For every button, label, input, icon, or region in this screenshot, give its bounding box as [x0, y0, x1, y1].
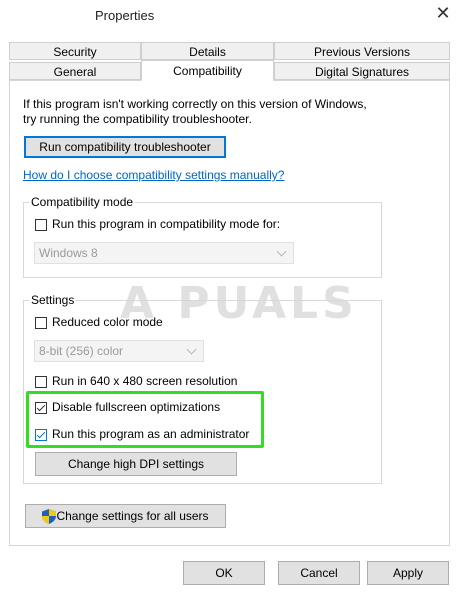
change-all-users-label: Change settings for all users: [56, 509, 209, 523]
settings-legend: Settings: [29, 293, 77, 307]
chevron-down-icon: [186, 344, 197, 355]
run-640x480-checkbox[interactable]: [35, 376, 47, 388]
chevron-down-icon: [276, 246, 287, 257]
compatibility-mode-legend: Compatibility mode: [29, 195, 136, 209]
cancel-button[interactable]: Cancel: [278, 561, 360, 585]
change-dpi-button[interactable]: Change high DPI settings: [35, 452, 237, 476]
windows-version-value: Windows 8: [39, 246, 98, 260]
color-depth-value: 8-bit (256) color: [39, 344, 124, 358]
apply-button[interactable]: Apply: [367, 561, 449, 585]
tab-security[interactable]: Security: [9, 42, 141, 60]
change-all-users-button[interactable]: Change settings for all users: [25, 504, 226, 528]
manual-settings-link[interactable]: How do I choose compatibility settings m…: [23, 168, 284, 182]
compatibility-mode-label: Run this program in compatibility mode f…: [52, 217, 281, 231]
tab-compatibility[interactable]: Compatibility: [141, 60, 274, 81]
disable-fullscreen-checkbox[interactable]: [35, 402, 47, 414]
run-640x480-label: Run in 640 x 480 screen resolution: [52, 374, 238, 388]
tab-digital-signatures[interactable]: Digital Signatures: [274, 62, 450, 80]
windows-version-select[interactable]: Windows 8: [34, 242, 294, 264]
compatibility-mode-checkbox[interactable]: [35, 219, 47, 231]
run-troubleshooter-button[interactable]: Run compatibility troubleshooter: [24, 136, 226, 158]
ok-button[interactable]: OK: [183, 561, 265, 585]
window-title: Properties: [95, 8, 155, 23]
tab-details[interactable]: Details: [141, 42, 274, 60]
intro-line-1: If this program isn't working correctly …: [23, 97, 367, 111]
reduced-color-label: Reduced color mode: [52, 315, 163, 329]
tab-general[interactable]: General: [9, 62, 141, 80]
disable-fullscreen-label: Disable fullscreen optimizations: [52, 400, 221, 414]
shield-icon: [42, 509, 56, 524]
color-depth-select[interactable]: 8-bit (256) color: [34, 340, 204, 362]
run-as-admin-checkbox[interactable]: [35, 429, 47, 441]
close-icon[interactable]: ✕: [432, 2, 454, 24]
reduced-color-checkbox[interactable]: [35, 317, 47, 329]
compatibility-mode-group: [23, 202, 382, 278]
tab-previous-versions[interactable]: Previous Versions: [274, 42, 450, 60]
run-as-admin-label: Run this program as an administrator: [52, 427, 250, 441]
intro-line-2: try running the compatibility troublesho…: [23, 112, 252, 126]
